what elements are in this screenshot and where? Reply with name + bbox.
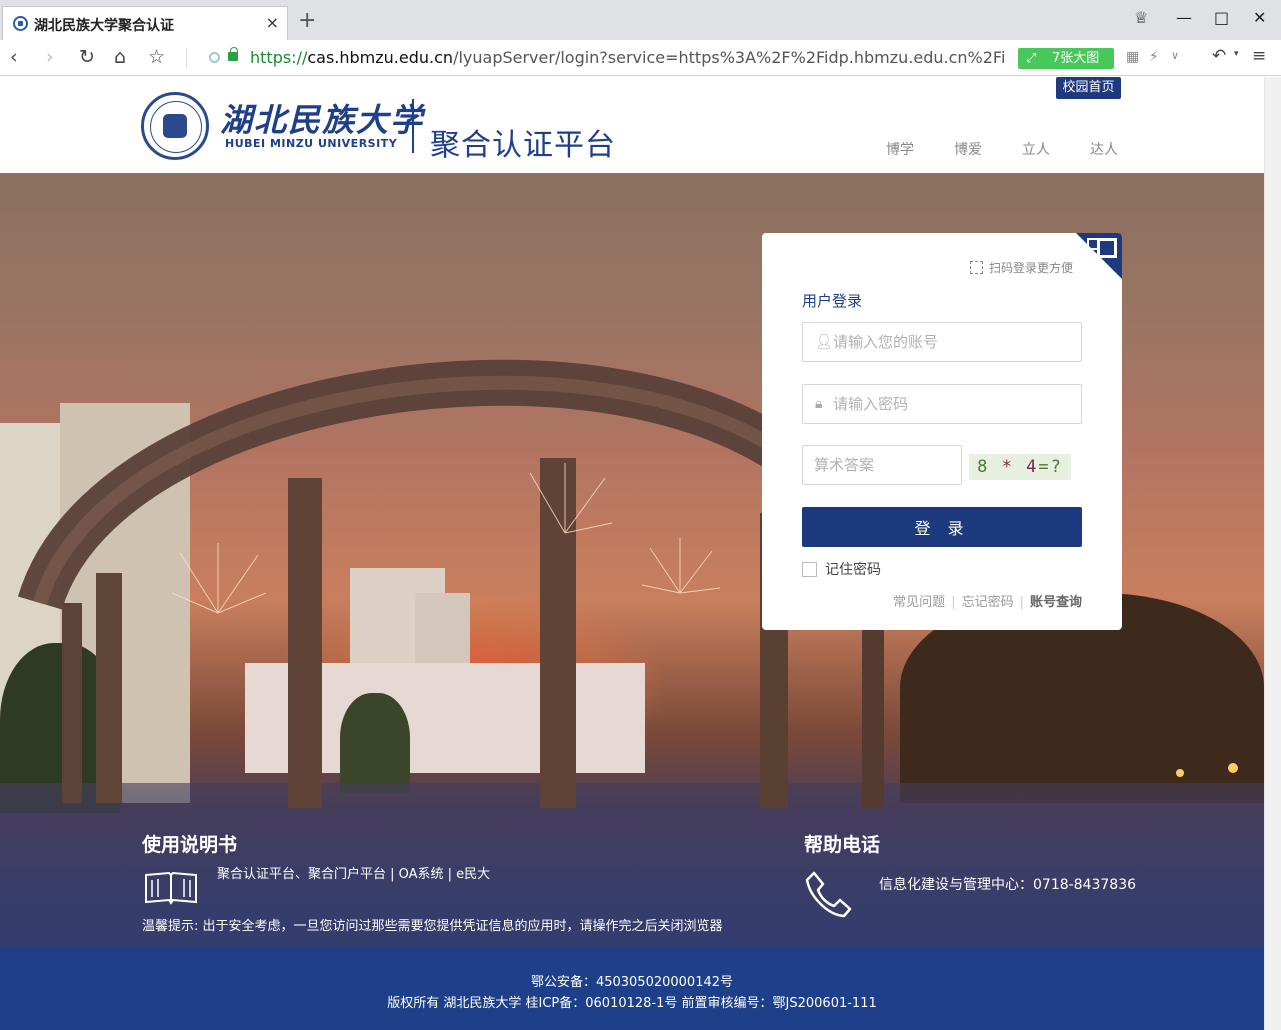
faq-link[interactable]: 常见问题 <box>893 595 945 610</box>
qr-hint-label: 扫码登录更方便 <box>989 261 1074 275</box>
captcha-equals: =? <box>1038 457 1063 477</box>
undo-icon[interactable]: ↶ <box>1212 46 1226 66</box>
browser-tab-bar: 湖北民族大学聚合认证 × + ♕ — □ ✕ <box>0 0 1281 40</box>
remember-label: 记住密码 <box>825 562 881 578</box>
bookmark-star-icon[interactable]: ☆ <box>148 46 165 68</box>
help-title: 帮助电话 <box>804 834 881 856</box>
minimize-icon[interactable]: — <box>1176 8 1192 27</box>
remember-checkbox[interactable] <box>802 562 817 577</box>
nav-item-boai[interactable]: 博爱 <box>954 139 982 159</box>
site-favicon-icon <box>13 16 28 31</box>
university-name-cn: 湖北民族大学 <box>220 101 425 139</box>
forgot-password-link[interactable]: 忘记密码 <box>962 595 1014 610</box>
link-divider: | <box>1019 595 1024 610</box>
new-tab-button[interactable]: + <box>298 10 316 32</box>
menu-icon[interactable]: ≡ <box>1252 46 1266 66</box>
maximize-icon[interactable]: □ <box>1214 8 1229 27</box>
scan-icon <box>970 261 983 274</box>
home-icon[interactable]: ⌂ <box>114 46 126 68</box>
captcha-operand-a: 8 <box>977 457 990 477</box>
address-bar[interactable]: https://cas.hbmzu.edu.cn/lyuapServer/log… <box>250 48 1005 67</box>
captcha-input[interactable] <box>814 446 954 484</box>
security-tip: 温馨提示: 出于安全考虑，一旦您访问过那些需要您提供凭证信息的应用时，请操作完之… <box>142 919 723 934</box>
user-icon: 👤︎ <box>815 334 833 350</box>
username-field[interactable]: 👤︎ <box>802 322 1082 362</box>
password-field[interactable]: 🔒︎ <box>802 384 1082 424</box>
big-pic-label: 7张大图 <box>1052 51 1100 66</box>
site-info-icon[interactable] <box>209 52 220 63</box>
qr-code-toggle-icon[interactable] <box>1076 233 1122 279</box>
skin-icon[interactable]: ♕ <box>1134 8 1148 27</box>
chevron-down-icon[interactable]: ∨ <box>1171 49 1179 62</box>
campus-home-button[interactable]: 校园首页 <box>1056 77 1121 99</box>
forward-icon[interactable]: › <box>46 46 54 68</box>
undo-dropdown-icon[interactable]: ▾ <box>1234 49 1239 59</box>
book-icon[interactable] <box>143 869 199 907</box>
back-icon[interactable]: ‹ <box>10 46 18 68</box>
lock-icon[interactable] <box>228 47 238 61</box>
big-pic-button[interactable]: ⤢ 7张大图 <box>1018 48 1114 69</box>
remember-password[interactable]: 记住密码 <box>802 559 881 579</box>
site-header: 湖北民族大学 HUBEI MINZU UNIVERSITY 聚合认证平台 校园首… <box>0 77 1264 173</box>
guide-systems[interactable]: 聚合认证平台、聚合门户平台 | OA系统 | e民大 <box>217 863 490 882</box>
copyright-text: 版权所有 湖北民族大学 桂ICP备：06010128-1号 前置审核编号：鄂JS… <box>387 996 877 1011</box>
close-window-icon[interactable]: ✕ <box>1253 8 1266 27</box>
browser-tab[interactable]: 湖北民族大学聚合认证 × <box>2 6 288 40</box>
tab-title: 湖北民族大学聚合认证 <box>34 18 174 34</box>
captcha-operand-b: 4 <box>1026 457 1039 477</box>
police-record: 鄂公安备：450305020000142号 <box>530 975 734 990</box>
login-card: 扫码登录更方便 用户登录 👤︎ 🔒︎ 8 * 4=? 登 录 记住密码 常见问题… <box>762 233 1122 630</box>
university-name-en: HUBEI MINZU UNIVERSITY <box>225 137 398 150</box>
captcha-operator: * <box>1001 457 1014 477</box>
page-scrollbar[interactable] <box>1264 77 1281 1030</box>
qr-login-hint[interactable]: 扫码登录更方便 <box>970 259 1073 276</box>
help-links: 常见问题 | 忘记密码 | 账号查询 <box>893 591 1082 610</box>
university-seal-logo[interactable] <box>141 92 209 160</box>
reload-icon[interactable]: ↻ <box>79 46 95 68</box>
nav-item-boxue[interactable]: 博学 <box>886 139 914 159</box>
nav-divider <box>186 48 187 68</box>
site-footer: 鄂公安备：450305020000142号 版权所有 湖北民族大学 桂ICP备：… <box>0 948 1264 1030</box>
guide-title: 使用说明书 <box>142 834 238 856</box>
username-input[interactable] <box>833 323 1073 361</box>
login-button[interactable]: 登 录 <box>802 507 1082 547</box>
help-contact: 信息化建设与管理中心：0718-8437836 <box>879 877 1137 893</box>
login-title: 用户登录 <box>802 292 863 310</box>
close-tab-icon[interactable]: × <box>266 13 279 32</box>
header-divider <box>412 99 414 153</box>
url-scheme: https:// <box>250 48 308 67</box>
nav-item-liren[interactable]: 立人 <box>1022 139 1050 159</box>
lock-icon: 🔒︎ <box>815 396 823 412</box>
nav-item-daren[interactable]: 达人 <box>1090 139 1118 159</box>
phone-icon <box>805 871 852 918</box>
browser-nav-bar: ‹ › ↻ ⌂ ☆ https://cas.hbmzu.edu.cn/lyuap… <box>0 40 1281 76</box>
link-divider: | <box>951 595 956 610</box>
account-lookup-link[interactable]: 账号查询 <box>1030 595 1082 610</box>
platform-title: 聚合认证平台 <box>430 128 616 163</box>
url-host: cas.hbmzu.edu.cn <box>307 48 454 67</box>
url-path: /lyuapServer/login?service=https%3A%2F%2… <box>453 48 1005 67</box>
captcha-field[interactable] <box>802 445 962 485</box>
apps-grid-icon[interactable]: ▦ <box>1126 49 1139 65</box>
expand-arrow-icon: ⤢ <box>1026 51 1037 66</box>
password-input[interactable] <box>833 385 1073 423</box>
captcha-image[interactable]: 8 * 4=? <box>969 454 1071 480</box>
lightning-icon[interactable]: ⚡ <box>1149 49 1159 65</box>
